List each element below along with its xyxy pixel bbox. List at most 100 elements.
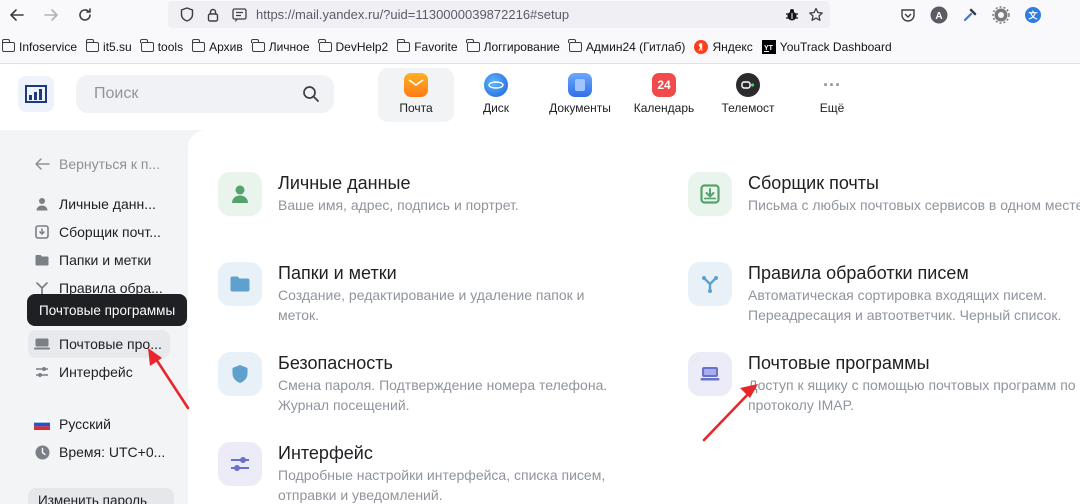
url-text[interactable]: https://mail.yandex.ru/?uid=113000003987… [256,7,569,22]
search-input[interactable] [94,85,294,103]
sidebar-item-label: Почтовые про... [59,336,162,352]
card-mail-collector[interactable]: Сборщик почты Письма с любых почтовых се… [688,172,1080,216]
bookmark-label: Яндекс [712,39,753,54]
bookmark-yandex[interactable]: Яндекс [694,39,753,54]
shield-icon[interactable] [174,1,200,28]
inbox-download-icon [34,224,50,240]
clock-icon [34,444,50,460]
branch-card-icon [688,262,732,306]
service-calendar[interactable]: 24 Календарь [622,68,706,122]
back-button[interactable] [0,0,34,30]
sidebar-item-label: Сборщик почт... [59,224,161,240]
sliders-card-icon [218,442,262,486]
bookmark-label: Логгирование [483,39,560,54]
person-icon [34,196,50,212]
folder-icon [191,38,206,52]
search-box[interactable] [76,75,334,113]
sidebar-item-folders[interactable]: Папки и метки [34,249,151,271]
card-text: Почтовые программы Доступ к ящику с помо… [748,352,1080,415]
folder-icon [318,38,332,52]
arrow-right-icon [44,9,58,21]
card-title: Почтовые программы [748,353,930,373]
card-title: Безопасность [278,353,393,373]
account-avatar-icon[interactable]: A [930,6,948,24]
card-mail-clients[interactable]: Почтовые программы Доступ к ящику с помо… [688,352,1080,415]
service-label: Телемост [721,101,775,115]
forward-button[interactable] [34,0,68,30]
laptop-icon [34,336,50,352]
sidebar-language[interactable]: Русский [34,413,111,435]
bookmark-label: Личное [268,39,310,54]
bookmark-youtrack[interactable]: YT YouTrack Dashboard [761,39,892,54]
bookmark-label: Архив [209,39,243,54]
svg-text:YT: YT [764,45,774,52]
card-text: Правила обработки писем Автоматическая с… [748,262,1078,325]
service-disk[interactable]: Диск [454,68,538,122]
laptop-card-icon [688,352,732,396]
service-more[interactable]: ··· Ещё [790,68,874,122]
bookmark-archive[interactable]: Архив [191,38,243,54]
bookmark-devhelp2[interactable]: DevHelp2 [318,38,388,54]
calendar-day-badge: 24 [657,78,671,92]
reload-icon [79,8,91,21]
card-personal-data[interactable]: Личные данные Ваше имя, адрес, подпись и… [218,172,618,216]
pocket-icon[interactable] [900,7,916,23]
sidebar-back-label: Вернуться к п... [59,156,161,172]
search-icon[interactable] [302,85,320,103]
bookmark-personal[interactable]: Личное [251,38,310,54]
folder-icon [85,38,100,52]
card-mail-rules[interactable]: Правила обработки писем Автоматическая с… [688,262,1078,325]
bookmark-it5[interactable]: it5.su [85,38,132,54]
sidebar-item-label: Папки и метки [59,252,152,268]
star-icon[interactable] [808,7,824,23]
bookmark-label: Админ24 (Гитлаб) [585,39,686,54]
bookmark-logging[interactable]: Логгирование [466,38,560,54]
card-description: Смена пароля. Подтверждение номера телеф… [278,377,608,413]
shield-card-icon [218,352,262,396]
reload-button[interactable] [68,0,102,30]
url-path: /?uid=1130000039872216#setup [379,7,570,22]
page-info-icon[interactable] [226,1,252,28]
svg-text:A: A [935,11,942,22]
arrow-left-icon [34,156,50,172]
bookmark-label: Infoservice [19,39,78,54]
card-title: Личные данные [278,173,411,193]
card-interface[interactable]: Интерфейс Подробные настройки интерфейса… [218,442,623,504]
url-bar[interactable]: https://mail.yandex.ru/?uid=113000003987… [168,1,830,28]
folder-icon [34,252,50,268]
bookmark-tools[interactable]: tools [140,38,183,54]
translate-icon[interactable]: 文 [1024,6,1042,24]
sidebar-item-personal[interactable]: Личные данн... [34,193,156,215]
more-dots-icon: ··· [823,75,841,95]
service-documents[interactable]: Документы [538,68,622,122]
bug-icon[interactable] [784,7,800,23]
sidebar-back-link[interactable]: Вернуться к п... [34,153,160,175]
gear-extension-icon[interactable] [992,6,1010,24]
card-text: Безопасность Смена пароля. Подтверждение… [278,352,623,415]
eyedropper-icon[interactable] [962,7,978,23]
tooltip: Почтовые программы [27,294,188,326]
card-security[interactable]: Безопасность Смена пароля. Подтверждение… [218,352,623,415]
sidebar-item-collector[interactable]: Сборщик почт... [34,221,161,243]
service-mail[interactable]: Почта [378,68,454,122]
language-label: Русский [59,416,111,432]
bookmark-infoservice[interactable]: Infoservice [1,38,78,54]
lock-icon[interactable] [200,1,226,28]
disk-icon [484,73,508,97]
card-title: Сборщик почты [748,173,879,193]
bookmark-admin24[interactable]: Админ24 (Гитлаб) [568,38,686,54]
arrow-left-icon [10,9,24,21]
change-password-button[interactable]: Изменить пароль [28,488,174,504]
card-folders-labels[interactable]: Папки и метки Создание, редактирование и… [218,262,608,325]
bookmark-favorite[interactable]: Favorite [396,38,458,54]
sidebar-item-interface[interactable]: Интерфейс [34,361,133,383]
folder-icon [568,38,582,52]
bookmark-label: YouTrack Dashboard [779,39,892,54]
service-telemost[interactable]: Телемост [706,68,790,122]
bookmark-label: it5.su [103,39,132,54]
folder-icon [140,38,154,52]
app-header: Почта Диск Документы 24 Календарь Телемо… [0,64,1080,130]
sidebar-item-mail-clients[interactable]: Почтовые про... [34,333,162,355]
mail-logo[interactable] [18,76,54,112]
sidebar-timezone[interactable]: Время: UTC+0... [34,441,165,463]
